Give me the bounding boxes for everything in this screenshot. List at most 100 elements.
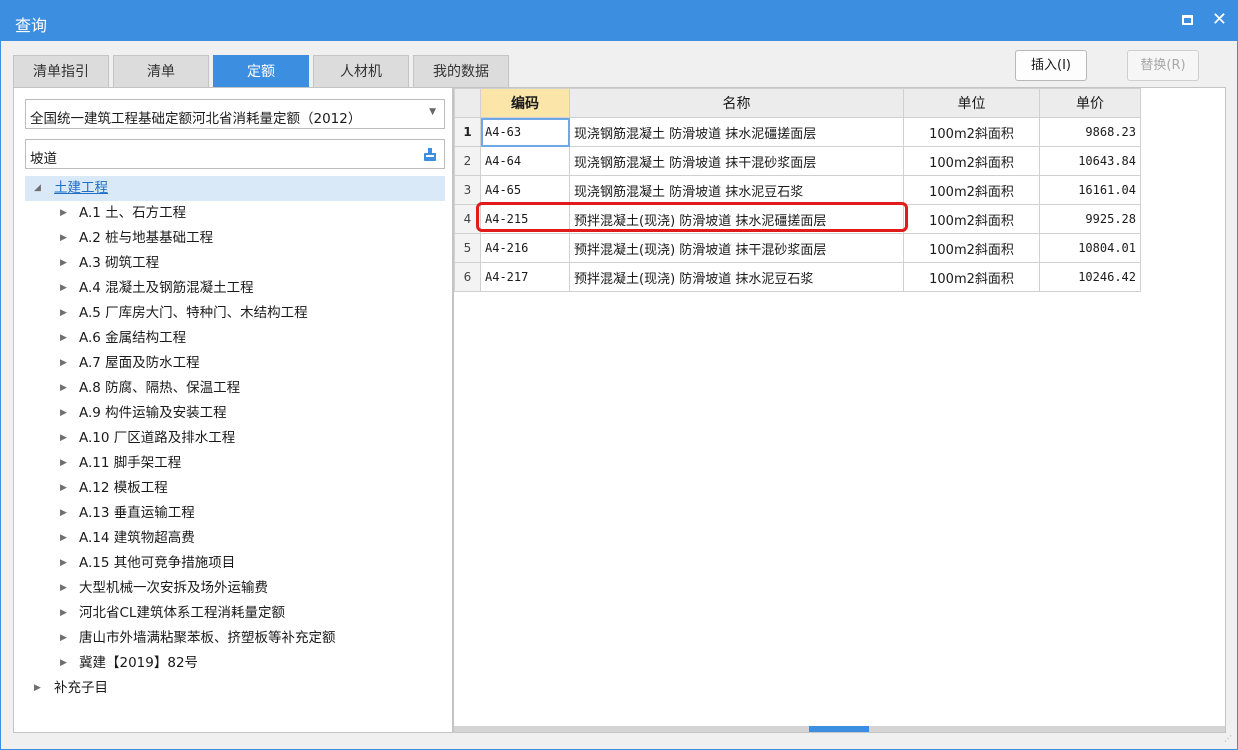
cell-code[interactable]: A4-65 <box>480 175 570 205</box>
table-row[interactable]: 6 A4-217 预拌混凝土(现浇) 防滑坡道 抹水泥豆石浆 100m2斜面积 1024… <box>454 262 1141 292</box>
collapsed-triangle-icon[interactable]: ▶ <box>34 676 41 701</box>
tree-item[interactable]: ▶ A.12 模板工程 <box>25 476 445 501</box>
row-number[interactable]: 1 <box>454 117 481 147</box>
collapsed-triangle-icon[interactable]: ▶ <box>60 501 67 526</box>
tree-item[interactable]: ▶ A.4 混凝土及钢筋混凝土工程 <box>25 276 445 301</box>
tree-item[interactable]: ▶ A.13 垂直运输工程 <box>25 501 445 526</box>
tree-item[interactable]: ▶ A.11 脚手架工程 <box>25 451 445 476</box>
collapsed-triangle-icon[interactable]: ▶ <box>60 451 67 476</box>
cell-unit[interactable]: 100m2斜面积 <box>903 117 1040 147</box>
dropdown-arrow-icon[interactable]: ▼ <box>429 107 436 117</box>
collapsed-triangle-icon[interactable]: ▶ <box>60 276 67 301</box>
row-number[interactable]: 2 <box>454 146 481 176</box>
tab-list[interactable]: 清单 <box>113 55 209 87</box>
tree-item[interactable]: ▶ A.2 桩与地基基础工程 <box>25 226 445 251</box>
tree-item[interactable]: ▶ A.7 屋面及防水工程 <box>25 351 445 376</box>
collapsed-triangle-icon[interactable]: ▶ <box>60 201 67 226</box>
cell-name[interactable]: 现浇钢筋混凝土 防滑坡道 抹水泥豆石浆 <box>569 175 904 205</box>
title-bar[interactable]: 查询 ✕ <box>1 1 1237 41</box>
tab-quota[interactable]: 定额 <box>213 55 309 87</box>
column-header-code[interactable]: 编码 <box>480 88 570 118</box>
cell-code[interactable]: A4-63 <box>480 117 570 147</box>
table-row[interactable]: 5 A4-216 预拌混凝土(现浇) 防滑坡道 抹干混砂浆面层 100m2斜面积 108… <box>454 233 1141 263</box>
query-dialog: 查询 ✕ 清单指引 清单 定额 人材机 我的数据 插入(I) 替换(R) 全国统… <box>0 0 1238 750</box>
row-number[interactable]: 3 <box>454 175 481 205</box>
maximize-icon[interactable] <box>1182 15 1193 25</box>
cell-name[interactable]: 现浇钢筋混凝土 防滑坡道 抹水泥礓搓面层 <box>569 117 904 147</box>
replace-button[interactable]: 替换(R) <box>1127 50 1199 81</box>
tree-item[interactable]: ▶ 唐山市外墙满粘聚苯板、挤塑板等补充定额 <box>25 626 445 651</box>
cell-unit[interactable]: 100m2斜面积 <box>903 146 1040 176</box>
cell-name[interactable]: 预拌混凝土(现浇) 防滑坡道 抹水泥豆石浆 <box>569 262 904 292</box>
table-row[interactable]: 2 A4-64 现浇钢筋混凝土 防滑坡道 抹干混砂浆面层 100m2斜面积 10643.… <box>454 146 1141 176</box>
collapsed-triangle-icon[interactable]: ▶ <box>60 226 67 251</box>
table-row[interactable]: 4 A4-215 预拌混凝土(现浇) 防滑坡道 抹水泥礓搓面层 100m2斜面积 992… <box>454 204 1141 234</box>
cell-price[interactable]: 16161.04 <box>1039 175 1141 205</box>
tree-item[interactable]: ▶ A.9 构件运输及安装工程 <box>25 401 445 426</box>
tab-my-data[interactable]: 我的数据 <box>413 55 509 87</box>
cell-unit[interactable]: 100m2斜面积 <box>903 262 1040 292</box>
collapsed-triangle-icon[interactable]: ▶ <box>60 401 67 426</box>
cell-code[interactable]: A4-215 <box>480 204 570 234</box>
cell-price[interactable]: 10804.01 <box>1039 233 1141 263</box>
column-header-unit[interactable]: 单位 <box>903 88 1040 118</box>
collapsed-triangle-icon[interactable]: ▶ <box>60 251 67 276</box>
tab-labor-material-machine[interactable]: 人材机 <box>313 55 409 87</box>
expanded-triangle-icon[interactable]: ◢ <box>34 176 41 201</box>
search-filter-icon[interactable] <box>422 146 438 162</box>
table-row[interactable]: 1 A4-63 现浇钢筋混凝土 防滑坡道 抹水泥礓搓面层 100m2斜面积 9868.2… <box>454 117 1141 147</box>
tree-item[interactable]: ▶ A.6 金属结构工程 <box>25 326 445 351</box>
cell-unit[interactable]: 100m2斜面积 <box>903 175 1040 205</box>
collapsed-triangle-icon[interactable]: ▶ <box>60 476 67 501</box>
cell-price[interactable]: 10246.42 <box>1039 262 1141 292</box>
row-number[interactable]: 4 <box>454 204 481 234</box>
tree-item[interactable]: ▶ A.1 土、石方工程 <box>25 201 445 226</box>
collapsed-triangle-icon[interactable]: ▶ <box>60 576 67 601</box>
collapsed-triangle-icon[interactable]: ▶ <box>60 551 67 576</box>
table-row[interactable]: 3 A4-65 现浇钢筋混凝土 防滑坡道 抹水泥豆石浆 100m2斜面积 16161.0… <box>454 175 1141 205</box>
cell-price[interactable]: 10643.84 <box>1039 146 1141 176</box>
tree-item[interactable]: ▶ A.14 建筑物超高费 <box>25 526 445 551</box>
column-header-price[interactable]: 单价 <box>1039 88 1141 118</box>
tree-item[interactable]: ▶ A.8 防腐、隔热、保温工程 <box>25 376 445 401</box>
collapsed-triangle-icon[interactable]: ▶ <box>60 351 67 376</box>
tree-item[interactable]: ▶ A.15 其他可竞争措施项目 <box>25 551 445 576</box>
tree-item[interactable]: ▶ 河北省CL建筑体系工程消耗量定额 <box>25 601 445 626</box>
tree-item[interactable]: ▶ 大型机械一次安拆及场外运输费 <box>25 576 445 601</box>
cell-price[interactable]: 9868.23 <box>1039 117 1141 147</box>
tree-item[interactable]: ◢ 土建工程 <box>25 176 445 201</box>
cell-price[interactable]: 9925.28 <box>1039 204 1141 234</box>
collapsed-triangle-icon[interactable]: ▶ <box>60 426 67 451</box>
cell-name[interactable]: 预拌混凝土(现浇) 防滑坡道 抹水泥礓搓面层 <box>569 204 904 234</box>
cell-code[interactable]: A4-64 <box>480 146 570 176</box>
cell-name[interactable]: 现浇钢筋混凝土 防滑坡道 抹干混砂浆面层 <box>569 146 904 176</box>
resize-grip-icon[interactable]: ⋰ <box>1224 735 1234 746</box>
cell-code[interactable]: A4-217 <box>480 262 570 292</box>
insert-button[interactable]: 插入(I) <box>1015 50 1087 81</box>
cell-unit[interactable]: 100m2斜面积 <box>903 233 1040 263</box>
quota-library-select[interactable]: 全国统一建筑工程基础定额河北省消耗量定额（2012） ▼ <box>25 99 445 129</box>
cell-name[interactable]: 预拌混凝土(现浇) 防滑坡道 抹干混砂浆面层 <box>569 233 904 263</box>
collapsed-triangle-icon[interactable]: ▶ <box>60 376 67 401</box>
collapsed-triangle-icon[interactable]: ▶ <box>60 326 67 351</box>
scrollbar-thumb[interactable] <box>809 726 869 732</box>
cell-unit[interactable]: 100m2斜面积 <box>903 204 1040 234</box>
tree-item[interactable]: ▶ A.5 厂库房大门、特种门、木结构工程 <box>25 301 445 326</box>
collapsed-triangle-icon[interactable]: ▶ <box>60 526 67 551</box>
column-header-name[interactable]: 名称 <box>569 88 904 118</box>
collapsed-triangle-icon[interactable]: ▶ <box>60 601 67 626</box>
row-number[interactable]: 6 <box>454 262 481 292</box>
search-input[interactable]: 坡道 <box>25 139 445 169</box>
cell-code[interactable]: A4-216 <box>480 233 570 263</box>
horizontal-scrollbar[interactable] <box>454 726 1225 732</box>
tree-item[interactable]: ▶ A.3 砌筑工程 <box>25 251 445 276</box>
tab-list-guide[interactable]: 清单指引 <box>13 55 109 87</box>
row-number[interactable]: 5 <box>454 233 481 263</box>
tree-item[interactable]: ▶ 补充子目 <box>25 676 445 701</box>
collapsed-triangle-icon[interactable]: ▶ <box>60 626 67 651</box>
close-icon[interactable]: ✕ <box>1212 9 1227 31</box>
tree-item[interactable]: ▶ A.10 厂区道路及排水工程 <box>25 426 445 451</box>
tree-item[interactable]: ▶ 冀建【2019】82号 <box>25 651 445 676</box>
collapsed-triangle-icon[interactable]: ▶ <box>60 651 67 676</box>
collapsed-triangle-icon[interactable]: ▶ <box>60 301 67 326</box>
